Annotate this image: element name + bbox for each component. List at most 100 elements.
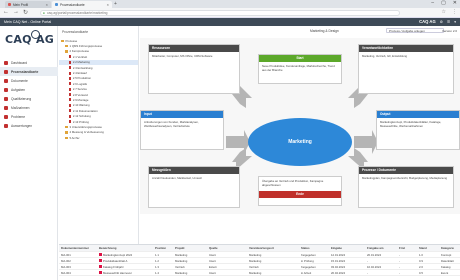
forward-icon[interactable]: → [13,9,19,15]
lock-icon: ● [43,11,45,15]
table-cell: Datenblatt [441,258,454,263]
qualification-icon [4,96,8,101]
tree-item-label: 2.8 Versand [72,92,88,97]
column-header[interactable]: Eingabe [329,246,365,250]
table-row[interactable]: MA-004 Messeauftritt Hannover 1.4 Marketing… [59,270,460,276]
sidebar-item-qualifizierung[interactable]: Qualifizierung [0,94,58,103]
table-cell: Katalog Frühjahr [97,265,153,269]
sidebar-item-auswertungen[interactable]: Auswertungen [0,121,58,130]
tree-item[interactable]: 5 Archiv [59,135,138,140]
sidebar-item-dashboard[interactable]: Dashboard [0,58,58,67]
url-input[interactable]: ● caq.ag/portal/prozesslandkarte/marketi… [40,10,400,16]
browser-tab-active[interactable]: Prozesslandkarte ✕ [52,1,112,8]
tree-item-label: 1 QMS Führungsprozesse [69,44,103,49]
box-start[interactable]: Start Neue Produktidee, Kundenanfrage, M… [258,54,342,84]
tree-item-label: 2.7 Service [72,87,87,92]
table-cell: freigegeben [301,264,316,269]
action-icon [4,105,8,110]
maximize-window-icon[interactable]: ▢ [441,0,446,6]
bookmark-star-icon[interactable]: ☆ [442,9,446,15]
sidebar-item-dokumente[interactable]: Dokumente [0,76,58,85]
column-header[interactable]: Verantwortungsort [247,246,299,250]
map-icon [4,69,8,74]
table-cell: in Prüfung [301,258,314,263]
table-cell: - [399,252,400,257]
url-text: caq.ag/portal/prozesslandkarte/marketing [47,11,108,15]
table-cell: in Arbeit [301,270,312,275]
column-header[interactable]: Dokumentennummer [59,246,97,250]
column-header[interactable]: Frist [397,246,417,250]
table-cell: - [367,258,368,263]
table-cell: Intern [209,258,217,263]
folder-icon [65,44,68,48]
table-cell: Marketing [175,252,188,257]
arrow-icon [226,130,250,154]
new-tab-button[interactable]: + [114,1,117,7]
action-select[interactable]: Prozess / Aufgabe anlegen [386,28,444,33]
table-cell: 15.01.2024 [331,258,345,263]
table-cell: Marketing [249,258,262,263]
tree-item-label: 3 Unterstützungsprozesse [69,124,103,129]
column-header[interactable]: Bezeichnung [97,246,153,250]
close-window-icon[interactable]: ✕ [453,0,457,6]
tree-item-label: 2.12 Schulung [72,114,91,119]
document-icon [69,87,72,91]
box-input[interactable]: Input Anforderungen von Kunden, Marktana… [140,110,224,150]
sidebar-item-prozesslandkarte[interactable]: Prozesslandkarte [0,67,58,76]
table-cell: Intern [209,252,217,257]
tree-item-label: 2.11 Dokumentation [72,108,98,113]
table-cell: 1.3 [155,264,159,269]
process-diagram: Ressourcen Mitarbeiter, Computer, MS Off… [140,38,460,214]
tab-title: Prozesslandkarte [60,2,85,7]
close-tab-icon[interactable]: ✕ [106,3,109,7]
table-cell: Messeauftritt Hannover [97,271,153,275]
table-cell: Marketing [175,258,188,263]
tab-title: Mein Profil [13,2,29,7]
table-cell: 1.2 [155,258,159,263]
breadcrumb: Marketing & Design [310,29,339,33]
document-icon [4,78,8,83]
document-icon [69,71,72,75]
version-label: Version 2.0 [441,29,457,33]
document-icon [69,82,72,86]
tree-item-label: 2.13 Prüfung [72,119,89,124]
tab-favicon-icon [55,3,58,6]
box-messgroessen[interactable]: Messgrößen Anzahl Neukunden, Marktanteil… [148,166,240,208]
box-prozesse-dokumente[interactable]: Prozesse / Dokumente Marketingplan, Kamp… [358,166,454,208]
user-dropdown-icon[interactable]: ▾ [454,18,456,26]
back-icon[interactable]: ← [3,9,9,15]
browser-menu-icon[interactable]: ⋮ [452,9,457,15]
sidebar-item-massnahmen[interactable]: Maßnahmen [0,103,58,112]
menu-icon[interactable]: ☰ [447,18,450,26]
process-center-marketing[interactable]: Marketing [248,118,352,166]
brand-logo: CAQ AG [5,30,54,46]
table-cell: Produktdatenblatt A [97,259,153,263]
column-header[interactable]: Quelle [207,246,247,250]
box-ende[interactable]: Übergabe an Vertrieb und Produktion, Kam… [258,176,342,206]
table-cell: Event [441,270,449,275]
browser-tab[interactable]: Mein Profil ✕ [5,1,51,8]
box-verantwortlichkeiten[interactable]: Verantwortlichkeiten Marketing, Vertrieb… [358,44,454,94]
settings-icon[interactable]: ⚙ [440,18,443,26]
minimize-window-icon[interactable]: – [431,0,434,6]
column-header[interactable]: Kategorie [439,246,460,250]
tree-item-label: 5 Archiv [69,135,80,140]
table-cell: Marketingkonzept 2024 [97,253,153,257]
main-toolbar: Marketing & Design Prozess / Aufgabe anl… [140,26,460,36]
column-header[interactable]: Status [299,246,329,250]
column-header[interactable]: Stand [417,246,439,250]
column-header[interactable]: Position [153,246,173,250]
document-icon [69,93,72,97]
document-icon [69,109,72,113]
problem-icon [4,114,8,119]
sidebar: CAQ AG Dashboard Prozesslandkarte Dokume… [0,26,58,244]
column-header[interactable]: Projekt [173,246,207,250]
box-output[interactable]: Output Marketingkonzept, Produktdatenblä… [376,110,460,150]
column-header[interactable]: Freigabe am [365,246,397,250]
reload-icon[interactable]: ↻ [23,9,28,16]
box-ressourcen[interactable]: Ressourcen Mitarbeiter, Computer, MS Off… [148,44,240,94]
document-icon [69,120,72,124]
sidebar-item-probleme[interactable]: Probleme [0,112,58,121]
close-tab-icon[interactable]: ✕ [45,3,48,7]
sidebar-item-aufgaben[interactable]: Aufgaben [0,85,58,94]
